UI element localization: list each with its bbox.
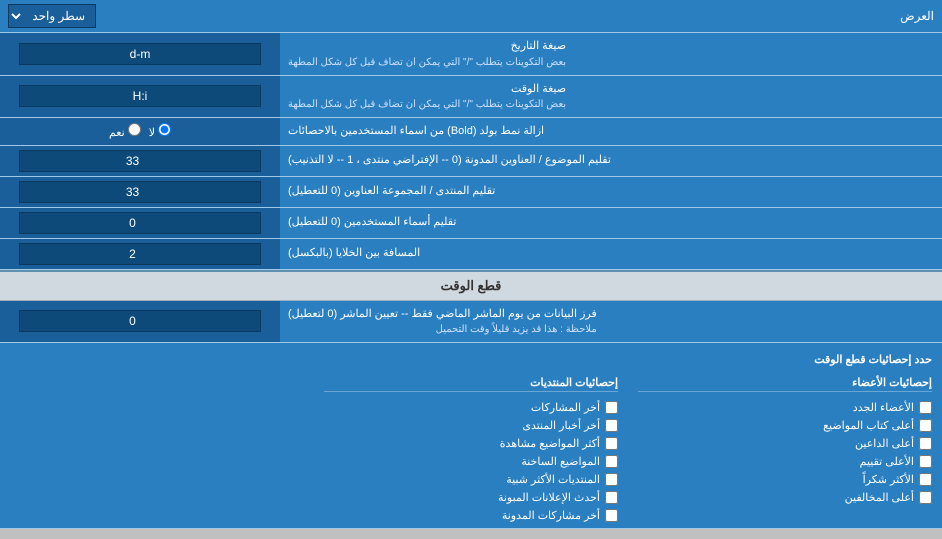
- checkbox-most-viewed[interactable]: [605, 437, 618, 450]
- radio-yes-label: نعم: [109, 123, 141, 139]
- user-names-input-cell: [0, 208, 280, 238]
- cell-spacing-input-cell: [0, 239, 280, 269]
- date-format-row: صيغة التاريخ بعض التكوينات يتطلب "/" الت…: [0, 33, 942, 76]
- cell-spacing-row: المسافة بين الخلايا (بالبكسل): [0, 239, 942, 270]
- section-header-cutoff: قطع الوقت: [0, 270, 942, 301]
- user-names-label: تقليم أسماء المستخدمين (0 للتعطيل): [280, 208, 942, 238]
- checkboxes-section: حدد إحصائيات قطع الوقت إحصائيات الأعضاء …: [0, 343, 942, 529]
- main-container: العرض سطر واحدسطرينثلاثة أسطر صيغة التار…: [0, 0, 942, 529]
- checkbox-item: أخر أخبار المنتدى: [324, 419, 618, 432]
- checkbox-top-writers[interactable]: [919, 419, 932, 432]
- checkbox-item: الأكثر شكراً: [638, 473, 932, 486]
- checkbox-latest-ads-label: أحدث الإعلانات المبونة: [498, 491, 600, 504]
- checkbox-forum-news[interactable]: [605, 419, 618, 432]
- topic-titles-label: تقليم الموضوع / العناوين المدونة (0 -- ا…: [280, 146, 942, 176]
- top-row: العرض سطر واحدسطرينثلاثة أسطر: [0, 0, 942, 33]
- checkbox-forum-news-label: أخر أخبار المنتدى: [522, 419, 600, 432]
- cutoff-label: فرز البيانات من يوم الماشر الماضي فقط --…: [280, 301, 942, 343]
- cutoff-input[interactable]: [19, 310, 260, 332]
- radio-no[interactable]: [158, 123, 171, 136]
- radio-yes[interactable]: [128, 123, 141, 136]
- checkbox-top-violators[interactable]: [919, 491, 932, 504]
- bold-remove-row: ازالة نمط بولد (Bold) من اسماء المستخدمي…: [0, 118, 942, 146]
- radio-no-label: لا: [149, 123, 171, 139]
- checkbox-item: المنتديات الأكثر شبية: [324, 473, 618, 486]
- checkbox-item: أعلى الداعين: [638, 437, 932, 450]
- date-format-input[interactable]: [19, 43, 260, 65]
- date-format-input-cell: [0, 33, 280, 75]
- forum-titles-input[interactable]: [19, 181, 260, 203]
- checkbox-most-thanks[interactable]: [919, 473, 932, 486]
- cell-spacing-label: المسافة بين الخلايا (بالبكسل): [280, 239, 942, 269]
- cutoff-input-cell: [0, 301, 280, 343]
- checkbox-new-members-label: الأعضاء الجدد: [853, 401, 914, 414]
- cutoff-row: فرز البيانات من يوم الماشر الماضي فقط --…: [0, 301, 942, 344]
- col-members-header: إحصائيات الأعضاء: [638, 376, 932, 392]
- checkbox-item: أكثر المواضيع مشاهدة: [324, 437, 618, 450]
- bold-remove-label: ازالة نمط بولد (Bold) من اسماء المستخدمي…: [280, 118, 942, 145]
- forum-titles-input-cell: [0, 177, 280, 207]
- checkbox-item: المواضيع الساخنة: [324, 455, 618, 468]
- checkbox-item: أعلى المخالفين: [638, 491, 932, 504]
- checkbox-most-thanks-label: الأكثر شكراً: [863, 473, 914, 486]
- checkbox-col-extra: [10, 376, 304, 522]
- date-format-label: صيغة التاريخ بعض التكوينات يتطلب "/" الت…: [280, 33, 942, 75]
- checkbox-top-rated[interactable]: [919, 455, 932, 468]
- checkbox-item: الأعضاء الجدد: [638, 401, 932, 414]
- checkbox-col-forums: إحصائيات المنتديات أخر المشاركات أخر أخب…: [324, 376, 618, 522]
- user-names-row: تقليم أسماء المستخدمين (0 للتعطيل): [0, 208, 942, 239]
- checkboxes-grid: إحصائيات الأعضاء الأعضاء الجدد أعلى كتاب…: [10, 376, 932, 522]
- topic-titles-row: تقليم الموضوع / العناوين المدونة (0 -- ا…: [0, 146, 942, 177]
- time-format-input-cell: [0, 76, 280, 118]
- topic-titles-input[interactable]: [19, 150, 260, 172]
- select-cell: سطر واحدسطرينثلاثة أسطر: [8, 4, 96, 28]
- bold-radio-group: لا نعم: [109, 123, 171, 139]
- checkbox-top-violators-label: أعلى المخالفين: [845, 491, 914, 504]
- col-forums-header: إحصائيات المنتديات: [324, 376, 618, 392]
- forum-titles-row: تقليم المنتدى / المجموعة العناوين (0 للت…: [0, 177, 942, 208]
- user-names-input[interactable]: [19, 212, 260, 234]
- checkbox-latest-ads[interactable]: [605, 491, 618, 504]
- checkbox-last-posts-label: أخر المشاركات: [531, 401, 600, 414]
- checkbox-top-inviters-label: أعلى الداعين: [855, 437, 914, 450]
- time-format-input[interactable]: [19, 85, 260, 107]
- time-format-label: صيغة الوقت بعض التكوينات يتطلب "/" التي …: [280, 76, 942, 118]
- checkbox-top-rated-label: الأعلى تقييم: [860, 455, 914, 468]
- checkbox-top-inviters[interactable]: [919, 437, 932, 450]
- checkbox-hot-topics[interactable]: [605, 455, 618, 468]
- checkbox-item: الأعلى تقييم: [638, 455, 932, 468]
- checkboxes-header: حدد إحصائيات قطع الوقت: [10, 349, 932, 370]
- checkbox-blog-posts[interactable]: [605, 509, 618, 522]
- checkbox-most-similar-label: المنتديات الأكثر شبية: [506, 473, 600, 486]
- checkbox-last-posts[interactable]: [605, 401, 618, 414]
- display-label: العرض: [900, 9, 934, 23]
- checkbox-col-members: إحصائيات الأعضاء الأعضاء الجدد أعلى كتاب…: [638, 376, 932, 522]
- checkbox-item: أخر المشاركات: [324, 401, 618, 414]
- topic-titles-input-cell: [0, 146, 280, 176]
- checkbox-top-writers-label: أعلى كتاب المواضيع: [823, 419, 914, 432]
- bold-remove-input-cell: لا نعم: [0, 118, 280, 145]
- cell-spacing-input[interactable]: [19, 243, 260, 265]
- time-format-row: صيغة الوقت بعض التكوينات يتطلب "/" التي …: [0, 76, 942, 119]
- checkbox-item: أحدث الإعلانات المبونة: [324, 491, 618, 504]
- checkbox-item: أعلى كتاب المواضيع: [638, 419, 932, 432]
- checkbox-hot-topics-label: المواضيع الساخنة: [521, 455, 600, 468]
- checkbox-blog-posts-label: أخر مشاركات المدونة: [502, 509, 600, 522]
- checkbox-item: أخر مشاركات المدونة: [324, 509, 618, 522]
- checkbox-new-members[interactable]: [919, 401, 932, 414]
- display-select[interactable]: سطر واحدسطرينثلاثة أسطر: [8, 4, 96, 28]
- forum-titles-label: تقليم المنتدى / المجموعة العناوين (0 للت…: [280, 177, 942, 207]
- checkbox-most-viewed-label: أكثر المواضيع مشاهدة: [500, 437, 600, 450]
- checkbox-most-similar[interactable]: [605, 473, 618, 486]
